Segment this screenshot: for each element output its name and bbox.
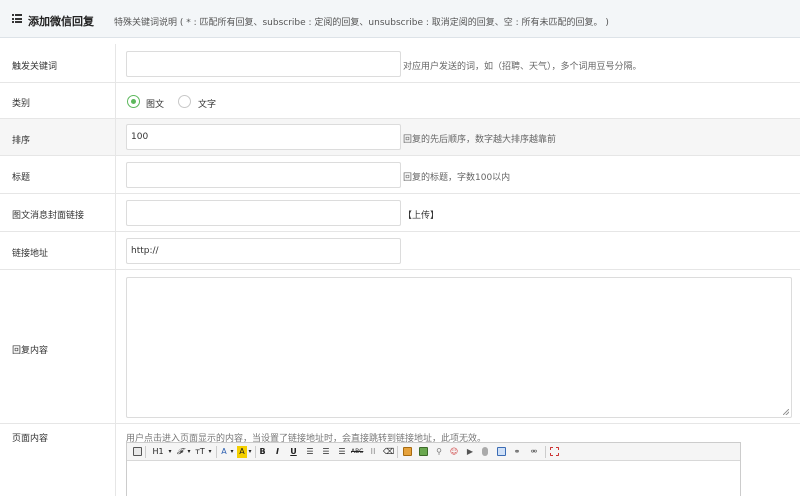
fullscreen-icon[interactable] [550, 447, 559, 456]
link-input[interactable]: http:// [126, 238, 401, 264]
reply-label: 回复内容 [12, 346, 49, 356]
font-size-button[interactable]: тT [193, 446, 207, 458]
page-header: 添加微信回复 特殊关键词说明 ( * : 匹配所有回复、subscribe : … [0, 0, 800, 38]
attach-icon[interactable]: ⚲ [434, 446, 444, 458]
strikethrough-button[interactable]: ABC [351, 446, 363, 458]
editor-toolbar: H1 ▾ 𝓕 ▾ тT ▾ A ▾ A ▾ B I U ☰ ☰ ☰ ABC ⁝⁝… [127, 443, 740, 461]
cover-input[interactable] [126, 200, 401, 226]
sort-label: 排序 [12, 136, 31, 146]
sort-input[interactable]: 100 [126, 124, 401, 150]
chevron-down-icon: ▾ [230, 448, 234, 455]
category-label: 类别 [12, 99, 31, 109]
upload-link[interactable]: 【上传】 [403, 208, 439, 221]
radio-image-text[interactable] [127, 95, 140, 108]
reply-textarea[interactable] [126, 277, 792, 418]
align-left-icon[interactable]: ☰ [305, 446, 315, 458]
bold-button[interactable]: B [258, 446, 267, 458]
title-input[interactable] [126, 162, 401, 188]
title-label: 标题 [12, 173, 31, 183]
italic-button[interactable]: I [273, 446, 282, 458]
title-hint: 回复的标题，字数100以内 [403, 173, 511, 183]
row-cover: 图文消息封面链接 【上传】 [0, 194, 800, 232]
flash-icon[interactable] [419, 447, 428, 456]
keyword-label: 触发关键词 [12, 62, 58, 72]
keyword-hint: 对应用户发送的词，如（招聘、天气），多个词用豆号分隔。 [403, 62, 642, 72]
cover-label: 图文消息封面链接 [12, 211, 85, 221]
font-family-button[interactable]: 𝓕 [174, 446, 186, 458]
page-label: 页面内容 [12, 434, 49, 444]
chevron-down-icon: ▾ [187, 448, 191, 455]
chevron-down-icon: ▾ [248, 448, 252, 455]
highlight-button[interactable]: A [237, 446, 247, 458]
row-link: 链接地址 http:// [0, 232, 800, 270]
page-title: 添加微信回复 [28, 15, 94, 28]
align-center-icon[interactable]: ☰ [321, 446, 331, 458]
smile-icon[interactable]: ☺ [449, 446, 459, 458]
keyword-input[interactable] [126, 51, 401, 77]
row-title: 标题 回复的标题，字数100以内 [0, 156, 800, 194]
radio-image-text-label[interactable]: 图文 [146, 97, 164, 110]
align-right-icon[interactable]: ☰ [337, 446, 347, 458]
image-icon[interactable] [403, 447, 412, 456]
chevron-down-icon: ▾ [208, 448, 212, 455]
underline-button[interactable]: U [289, 446, 298, 458]
row-sort: 排序 100 回复的先后顺序，数字越大排序越靠前 [0, 119, 800, 156]
heading-button[interactable]: H1 [149, 446, 167, 458]
list-icon[interactable]: ⁝⁝ [368, 446, 378, 458]
keyword-description: 特殊关键词说明 ( * : 匹配所有回复、subscribe : 定阅的回复、u… [114, 18, 609, 28]
link-label: 链接地址 [12, 249, 49, 259]
radio-text[interactable] [178, 95, 191, 108]
sort-hint: 回复的先后顺序，数字越大排序越靠前 [403, 135, 557, 145]
list-icon [12, 14, 22, 23]
video-icon[interactable]: ▶ [464, 446, 476, 458]
row-category: 类别 [0, 83, 800, 119]
row-keyword: 触发关键词 对应用户发送的词，如（招聘、天气），多个词用豆号分隔。 [0, 44, 800, 83]
eraser-icon[interactable]: ⌫ [383, 446, 394, 458]
unlink-icon[interactable]: ⚮ [528, 446, 540, 458]
rich-text-editor[interactable]: H1 ▾ 𝓕 ▾ тT ▾ A ▾ A ▾ B I U ☰ ☰ ☰ ABC ⁝⁝… [126, 442, 741, 496]
chevron-down-icon: ▾ [168, 448, 172, 455]
mic-icon[interactable] [482, 447, 488, 456]
source-icon[interactable] [133, 447, 142, 456]
font-color-button[interactable]: A [219, 446, 229, 458]
radio-text-label[interactable]: 文字 [198, 97, 216, 110]
table-icon[interactable] [497, 447, 506, 456]
resize-handle[interactable] [783, 409, 789, 415]
link-icon[interactable]: ⚭ [511, 446, 523, 458]
